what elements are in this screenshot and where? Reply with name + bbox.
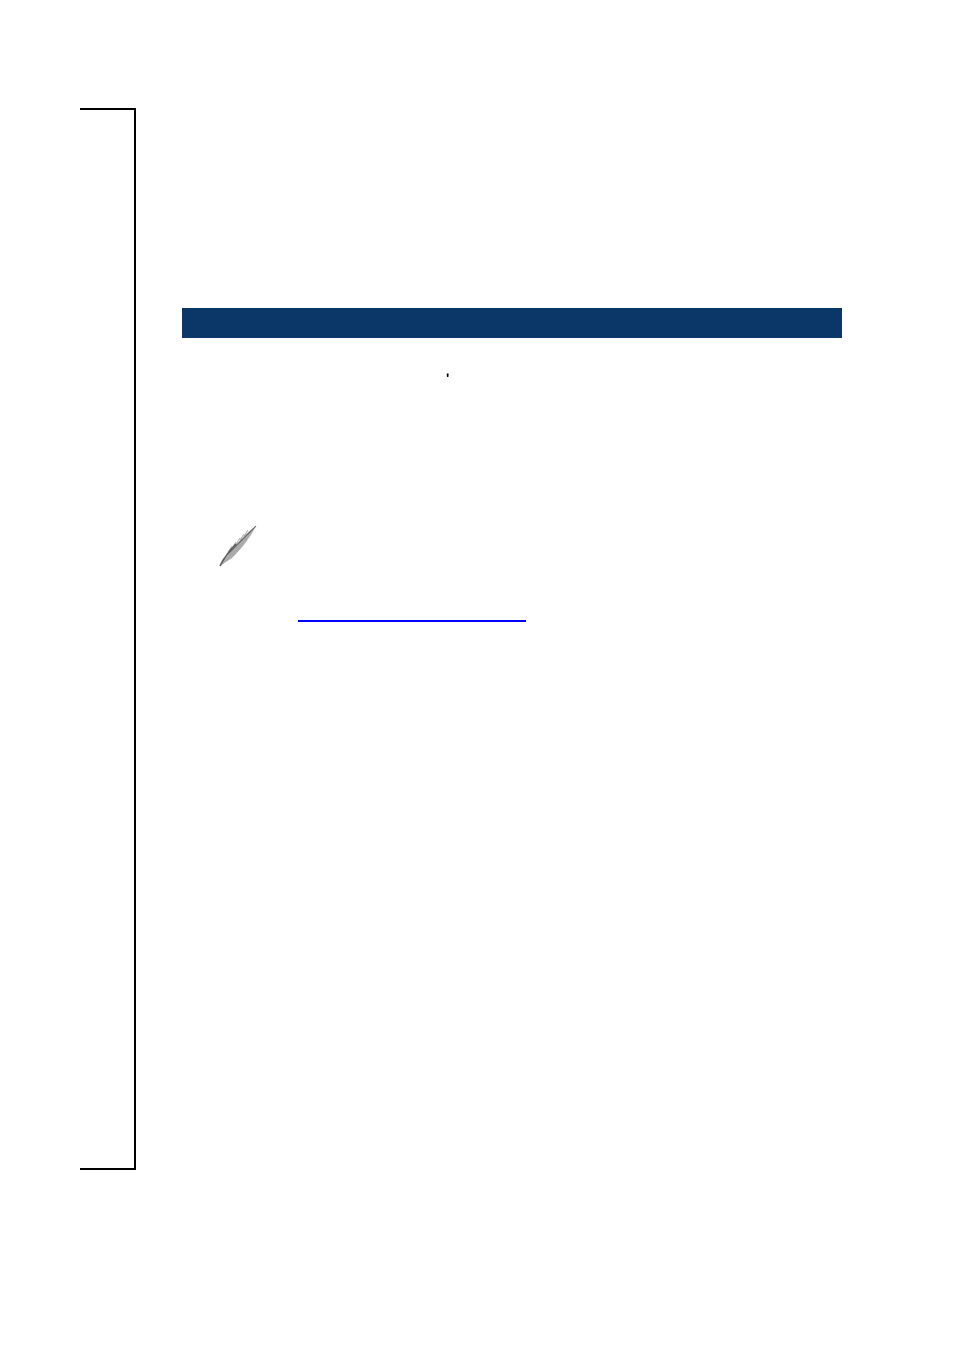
border-left-segment: [134, 108, 136, 1168]
apostrophe-text: ': [446, 370, 449, 386]
hyperlink-underline[interactable]: [298, 620, 526, 622]
border-bottom-segment: [80, 1168, 136, 1170]
section-header-bar: [182, 308, 842, 338]
feather-icon: [212, 520, 262, 570]
border-top-segment: [80, 108, 136, 110]
